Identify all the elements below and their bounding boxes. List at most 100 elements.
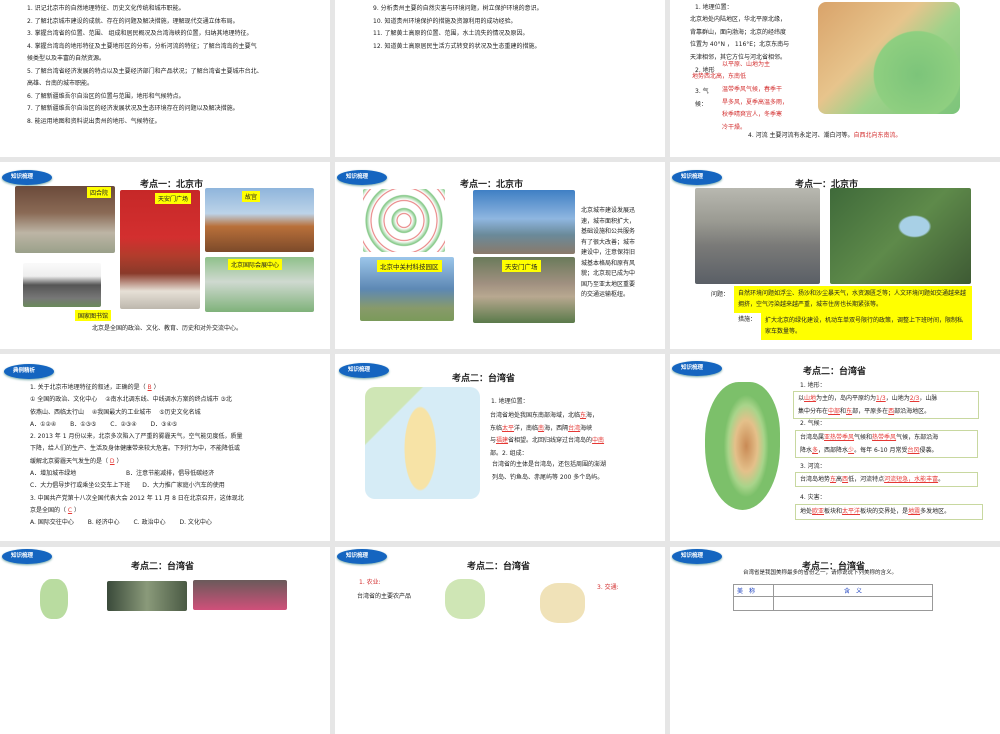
text-segment: 多发地区。 (920, 508, 951, 515)
text-segment: A. 国际交往中心 B. 经济中心 C. 政治中心 D. 文化中心 (30, 519, 212, 527)
taiwan-agriculture-map (445, 579, 485, 619)
agriculture-heading: 1. 农业: (359, 579, 381, 586)
text-line: 依燕山、西临太行山 ④我国最大的工业城市 ⑤历史文化名城 (30, 407, 244, 419)
text-segment: 低，河流特点 (848, 476, 885, 483)
header-meaning: 含 义 (773, 584, 933, 597)
slide-3-beijing-geography[interactable]: 1. 地理位置： 北京地处内陆地区，华北平原北缘， 背靠群山，面向渤海；北京的经纬… (670, 0, 1000, 157)
answer-blank: 太平洋 (842, 508, 861, 515)
text-line: 列岛、钓鱼岛、赤尾屿等 200 多个岛屿。 (492, 473, 604, 481)
slide-6-beijing-problems[interactable]: 知识梳理 考点一：北京市 问题： 自然环境问题如浮尘、扬沙和沙尘暴天气，水资源匮… (670, 162, 1000, 349)
text-segment: 3. 中国共产党第十八次全国代表大会 2012 年 11 月 8 日在北京召开，… (30, 494, 244, 502)
text-segment: 海， (586, 412, 599, 419)
disaster-box: 地处欧亚板块和太平洋板块的交界处，是地震多发地区。 (795, 504, 983, 520)
text-segment: A．①②④ B．①③⑤ C．②③④ D．③④⑤ (30, 420, 178, 428)
text-line: 国乃至亚太地区重要 (581, 280, 636, 288)
measure-label: 措施： (738, 316, 757, 323)
tiananmen-flag-photo (120, 190, 200, 309)
text-segment: ） (151, 384, 160, 391)
text-line: 高雄、台南的城市职能。 (27, 80, 94, 87)
text-line: 北京城市建设发展迅 (581, 207, 636, 214)
slide-10-taiwan-resources[interactable]: 知识梳理 考点二：台湾省 (0, 547, 330, 734)
text-line: 基础设施和公共服务 (581, 228, 636, 235)
slide-5-beijing-development[interactable]: 知识梳理 考点一：北京市 北京中关村科技园区 天安门广场 北京城市建设发展迅 速，… (335, 162, 665, 349)
answer-blank: 台风 (907, 447, 920, 454)
caption: 北京是全国的政治、文化、教育、历史和对外交流中心。 (92, 325, 243, 332)
text-line: 建设中，注意保持旧 (581, 249, 636, 256)
text-segment: 侵袭。 (919, 447, 938, 454)
text-line: 8. 能运用地图和资料说出贵州的地形、气候特征。 (27, 117, 161, 125)
text-line: 台湾岛地势东高西低，河流特点河流短急，水能丰富。 (800, 473, 973, 486)
text-line: 10. 知道贵州环境保护的措施及资源利用的成功经验。 (373, 17, 517, 25)
objective-list: 9. 分析贵州主要的自然灾害与环境问题，树立保护环境的意识。 10. 知道贵州环境… (373, 3, 543, 53)
knowledge-badge: 知识梳理 (2, 170, 52, 185)
slide-4-beijing-landmarks[interactable]: 知识梳理 考点一：北京市 四合院 天安门广场 故宫 北京国际会展中心 国家图书馆… (0, 162, 330, 349)
text-line: 旱多风，夏季高温多雨， (722, 98, 789, 106)
river-answer: 自西北向东南流。 (853, 132, 902, 139)
answer-blank: 台湾 (568, 424, 581, 432)
slide-title: 考点二：台湾省 (803, 367, 867, 377)
text-segment: 。 (938, 476, 945, 483)
text-segment: ） (114, 457, 123, 465)
location-heading: 1. 地理位置： (491, 398, 529, 405)
text-line: A. 国际交往中心 B. 经济中心 C. 政治中心 D. 文化中心 (30, 517, 244, 529)
text-segment: 降水 (800, 447, 813, 454)
text-segment: 板块的交界处，是 (860, 508, 909, 515)
slide-7-beijing-examples[interactable]: 典例精析 1. 关于北京市地理特征的叙述，正确的是（ B ） ① 全国的政治、文化… (0, 354, 330, 541)
text-line: 台湾岛属亚热带季风气候和热带季风气候，东部沿海 (800, 431, 973, 444)
transport-heading: 3. 交通: (597, 584, 619, 591)
text-line: 2. 了解北京城市建设的成就、存在的问题及解决措施，理解现代交通立体布局。 (27, 17, 239, 25)
problem-text: 自然环境问题如浮尘、扬沙和沙尘暴天气，水资源匮乏等；人文环境问题如交通越来越拥挤… (734, 286, 972, 313)
taiwan-location-map (365, 387, 480, 499)
slide-2-objectives[interactable]: 9. 分析贵州主要的自然灾害与环境问题，树立保护环境的意识。 10. 知道贵州环境… (335, 0, 665, 157)
text-segment: 海，西隔 (544, 424, 569, 432)
text-segment: C．大力倡导步行或乘坐公交车上下班 D．大力推广家庭小汽车的使用 (30, 482, 225, 490)
taiwan-relief-map (705, 382, 780, 510)
text-line: 温带季风气候，春季干 (722, 86, 783, 93)
text-line: 秋季晴爽宜人，冬季寒 (722, 111, 783, 118)
location-heading: 1. 地理位置： (695, 4, 733, 11)
slide-11-taiwan-economy[interactable]: 知识梳理 考点二：台湾省 1. 农业: 台湾省的主要农产品 3. 交通: (335, 547, 665, 734)
answer-blank: 中南 (592, 437, 605, 444)
text-segment: 部，平原多在 (852, 408, 889, 415)
examples-badge: 典例精析 (4, 364, 54, 379)
climate-box: 台湾岛属亚热带季风气候和热带季风气候，东部沿海 降水多，西部降水少。每年 6-10… (795, 430, 978, 458)
slide-8-taiwan-location[interactable]: 知识梳理 考点二：台湾省 1. 地理位置： 台湾省地处我国东南部海域，北临东海，… (335, 354, 665, 541)
table-cell (733, 596, 774, 611)
answer-blank: 中部 (828, 408, 841, 415)
agriculture-text: 台湾省的主要农产品 (357, 593, 412, 600)
slide-12-taiwan-nicknames[interactable]: 知识梳理 考点二：台湾省 台湾省是我国美称最多的省份之一，请你说说下列美称的含义… (670, 547, 1000, 734)
text-line: A．①②④ B．①③⑤ C．②③④ D．③④⑤ (30, 419, 244, 431)
subway-map (363, 189, 445, 252)
text-segment: 地处 (800, 508, 813, 515)
text-line: 地处欧亚板块和太平洋板块的交界处，是地震多发地区。 (800, 505, 978, 518)
slide-title: 考点一：北京市 (140, 180, 204, 190)
text-line: 东临太平洋，南临南海，西隔台湾海峡 (490, 423, 604, 436)
answer-blank: 太平 (502, 424, 515, 432)
text-segment: ① 全国的政治、文化中心 ②南水北调东线、中线调水方案的终点城市 ③北 (30, 396, 232, 404)
answer-blank: 亚热带季风 (824, 434, 855, 441)
text-line: 9. 分析贵州主要的自然灾害与环境问题，树立保护环境的意识。 (373, 5, 543, 12)
label-siheyuan: 四合院 (87, 187, 112, 198)
text-line: 台湾省的主体是台湾岛，还包括周围的澎湖 (492, 461, 607, 468)
knowledge-badge: 知识梳理 (339, 363, 389, 378)
header-nickname: 美 称 (733, 584, 774, 597)
text-line: 1. 关于北京市地理特征的叙述，正确的是（ B ） (30, 382, 244, 394)
label-forbidden-city: 故宫 (242, 191, 261, 202)
disaster-heading: 4. 灾害： (800, 494, 826, 501)
text-line: 貌；北京现已成为中 (581, 270, 636, 277)
text-segment: ） (72, 506, 81, 514)
answer-blank: 2/3 (909, 395, 920, 402)
text-segment: 1. 关于北京市地理特征的叙述，正确的是（ (30, 384, 148, 391)
development-text: 北京城市建设发展迅 速，城市面积扩大， 基础设施和公共服务 有了很大改善；城市 建设中，… (581, 206, 635, 301)
label-tiananmen: 天安门广场 (155, 193, 192, 204)
text-segment: 部沿海地区。 (894, 408, 931, 415)
text-line: 的交通运输枢纽。 (581, 291, 630, 298)
text-segment: 洋，南临 (514, 424, 539, 432)
river-box: 台湾岛地势东高西低，河流特点河流短急，水能丰富。 (795, 472, 978, 487)
text-line: 6. 了解新疆维吾尔自治区的位置与范围，地形和气候特点。 (27, 92, 185, 100)
river-description: 4. 河流 主要河流有永定河、潮白河等。 (748, 132, 854, 139)
national-library-photo (23, 263, 101, 307)
slide-9-taiwan-physical[interactable]: 知识梳理 考点二：台湾省 1. 地形： 以山地为主的，岛内平原约为1/3，山地为… (670, 354, 1000, 541)
slide-1-objectives[interactable]: 1. 识记北京市的自然地理特征、历史文化传统和城市职能。 2. 了解北京城市建设的… (0, 0, 330, 157)
subtitle: 台湾省是我国美称最多的省份之一，请你说说下列美称的含义。 (743, 570, 898, 576)
